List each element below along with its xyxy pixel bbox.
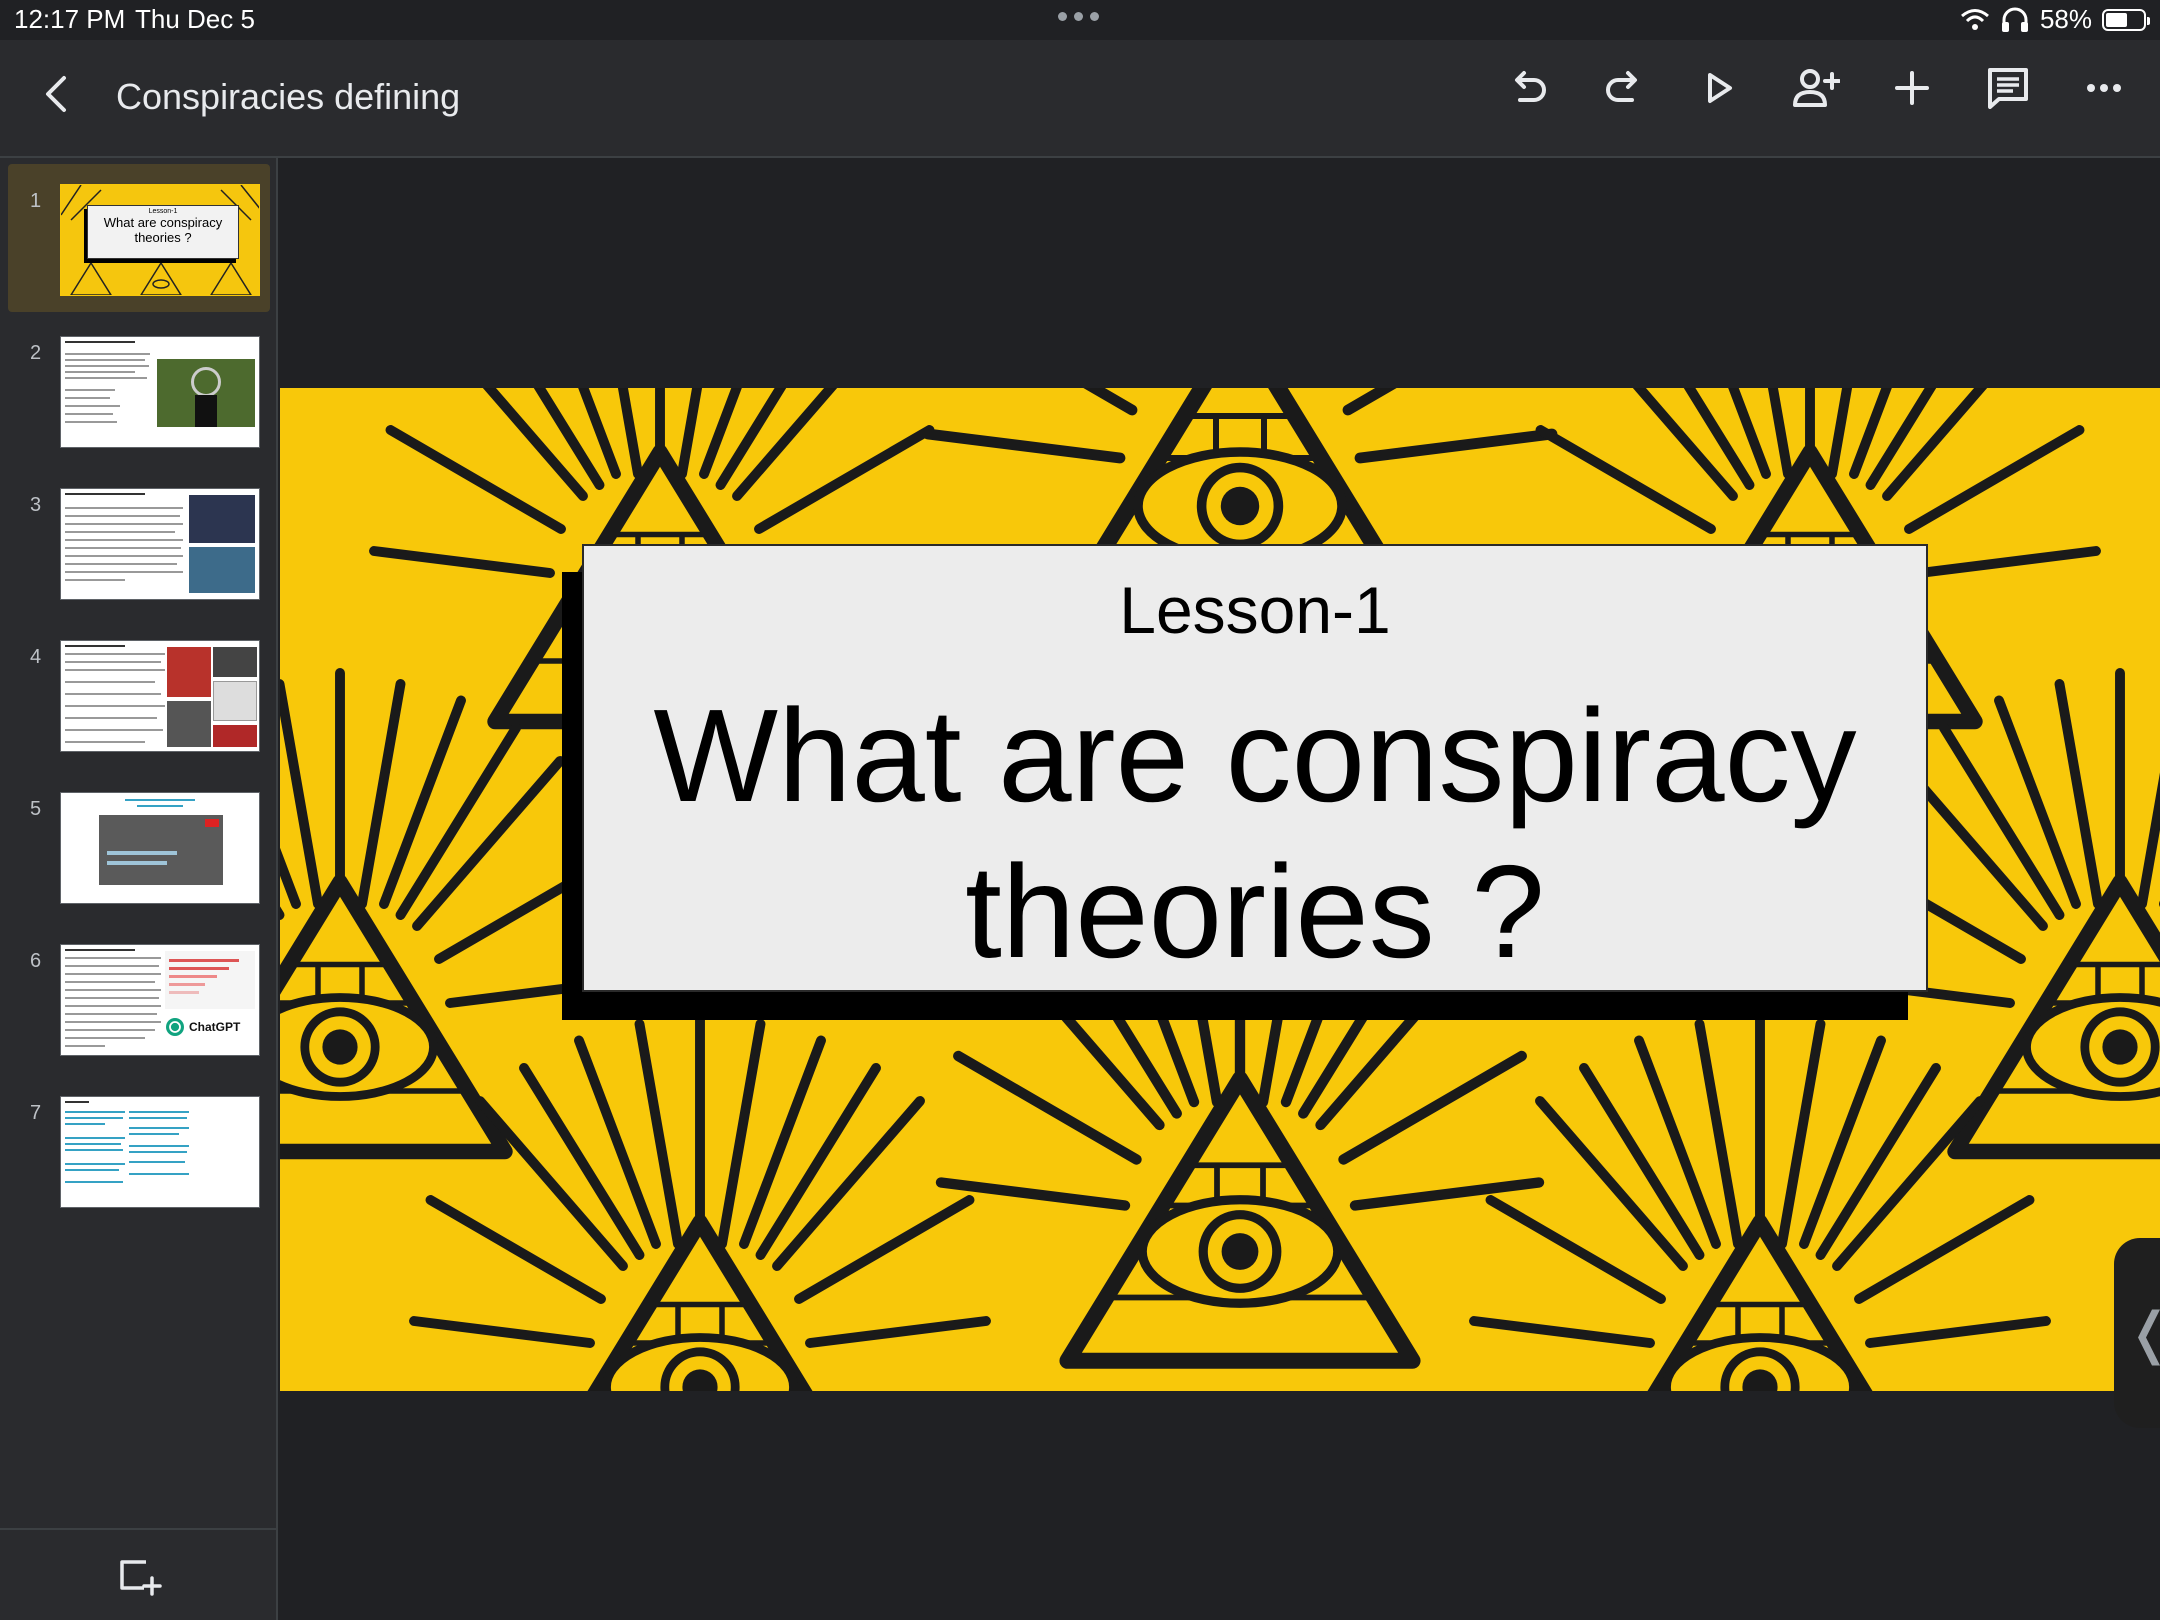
slide-preview: ChatGPT <box>60 944 260 1056</box>
slide-thumbnail-5[interactable]: 5 <box>8 772 270 920</box>
headphones-icon <box>2001 7 2028 32</box>
slide-filmstrip: 1 Lesson-1 What are conspiracy theories … <box>0 158 278 1620</box>
status-bar: 12:17 PM Thu Dec 5 58% <box>0 0 2160 40</box>
slide-number: 4 <box>30 646 42 668</box>
battery-percent: 58% <box>2039 4 2092 34</box>
slide-number: 1 <box>30 190 42 212</box>
chevron-left-icon: ❬ <box>2126 1300 2160 1366</box>
image-placeholder <box>157 359 255 427</box>
slide-editor-canvas[interactable]: Lesson-1 What are conspiracy theories ? … <box>278 158 2160 1620</box>
present-play-icon <box>1708 73 1732 103</box>
add-icon <box>1895 71 1929 105</box>
image-placeholder <box>167 647 211 697</box>
openai-logo-icon <box>166 1018 184 1036</box>
image-placeholder <box>189 495 255 543</box>
image-placeholder <box>213 647 257 677</box>
back-button[interactable] <box>36 74 76 114</box>
redo-icon <box>1606 71 1637 102</box>
thumb-lesson: Lesson-1 <box>148 208 178 215</box>
redo-button[interactable] <box>1596 60 1652 116</box>
chatgpt-label: ChatGPT <box>189 1020 241 1034</box>
current-slide[interactable]: Lesson-1 What are conspiracy theories ? <box>280 388 2160 1391</box>
more-options-icon <box>2087 84 2121 92</box>
status-date: Thu Dec 5 <box>135 4 255 34</box>
slide-number: 5 <box>30 798 42 820</box>
slide-title[interactable]: What are conspiracy theories ? <box>624 678 1886 990</box>
slide-preview: Lesson-1 What are conspiracy theories ? <box>60 184 260 296</box>
slide-preview <box>60 640 260 752</box>
undo-icon <box>1515 71 1546 102</box>
status-time: 12:17 PM <box>14 4 126 34</box>
image-placeholder <box>167 701 211 747</box>
slide-number: 6 <box>30 950 42 972</box>
battery-icon <box>2102 8 2150 31</box>
slide-thumbnail-6[interactable]: 6 ChatGPT <box>8 924 270 1072</box>
app-toolbar: Conspiracies defining <box>0 40 2160 158</box>
more-options-button[interactable] <box>2076 60 2132 116</box>
share-add-person-icon <box>1793 69 1840 107</box>
slide-preview <box>60 1096 260 1208</box>
new-slide-icon <box>120 1560 162 1596</box>
document-title[interactable]: Conspiracies defining <box>116 76 460 118</box>
slide-title-box[interactable]: Lesson-1 What are conspiracy theories ? <box>582 544 1928 992</box>
image-placeholder <box>99 815 223 885</box>
wifi-icon <box>1960 8 1989 30</box>
slide-thumbnail-3[interactable]: 3 <box>8 468 270 616</box>
slide-preview <box>60 336 260 448</box>
slide-number: 7 <box>30 1102 42 1124</box>
back-icon <box>46 76 66 112</box>
lesson-subtitle[interactable]: Lesson-1 <box>584 572 1926 648</box>
chart-image-placeholder <box>165 951 255 1009</box>
comments-icon <box>1988 68 2028 109</box>
slide-number: 3 <box>30 494 42 516</box>
chatgpt-logo: ChatGPT <box>165 1017 240 1037</box>
slide-preview <box>60 488 260 600</box>
status-indicators: 58% <box>1960 4 2150 35</box>
slide-number: 2 <box>30 342 42 364</box>
slide-thumbnail-7[interactable]: 7 <box>8 1076 270 1224</box>
undo-button[interactable] <box>1500 60 1556 116</box>
share-button[interactable] <box>1788 60 1844 116</box>
multitasking-dots-icon[interactable] <box>1058 12 1102 24</box>
slide-thumbnail-2[interactable]: 2 <box>8 316 270 464</box>
image-placeholder <box>213 681 257 721</box>
present-button[interactable] <box>1692 60 1748 116</box>
toolbar-actions <box>1500 60 2132 116</box>
image-placeholder <box>213 725 257 747</box>
image-placeholder <box>189 547 255 593</box>
insert-button[interactable] <box>1884 60 1940 116</box>
new-slide-button[interactable] <box>118 1556 162 1596</box>
side-panel-handle[interactable]: ❬ <box>2114 1238 2160 1428</box>
slide-thumbnail-4[interactable]: 4 <box>8 620 270 768</box>
filmstrip-footer <box>0 1528 276 1620</box>
slide-thumbnail-1[interactable]: 1 Lesson-1 What are conspiracy theories … <box>8 164 270 312</box>
thumb-title: What are conspiracy theories ? <box>103 215 223 245</box>
slide-preview <box>60 792 260 904</box>
comments-button[interactable] <box>1980 60 2036 116</box>
